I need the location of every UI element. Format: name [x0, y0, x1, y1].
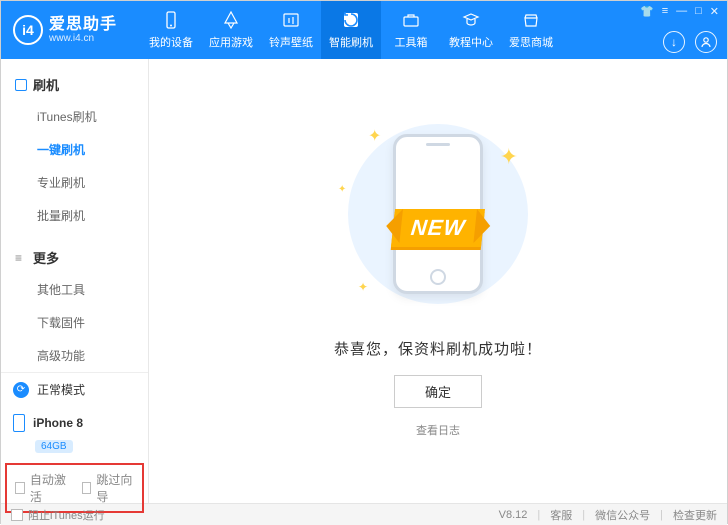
checkbox-skip-guide[interactable]: 跳过向导: [82, 471, 135, 505]
ok-button[interactable]: 确定: [394, 375, 482, 408]
checkbox-label: 自动激活: [30, 471, 68, 505]
checkbox-block-itunes[interactable]: 阻止iTunes运行: [11, 507, 105, 523]
top-nav: 我的设备 应用游戏 铃声壁纸 智能刷机 工具箱 教程中心 爱思商城: [141, 1, 561, 59]
nav-label: 铃声壁纸: [269, 34, 313, 50]
nav-ringtone[interactable]: 铃声壁纸: [261, 1, 321, 59]
logo: i4 爱思助手 www.i4.cn: [1, 15, 141, 45]
menu-icon[interactable]: ≡: [662, 5, 668, 18]
flash-icon: [341, 10, 361, 30]
maximize-icon[interactable]: □: [695, 5, 702, 18]
nav-toolbox[interactable]: 工具箱: [381, 1, 441, 59]
device-row[interactable]: iPhone 8: [1, 406, 148, 440]
close-icon[interactable]: ✕: [710, 5, 719, 18]
section-title: 刷机: [33, 75, 59, 94]
window-controls: 👕 ≡ — □ ✕: [640, 5, 719, 18]
sidebar-item-other-tools[interactable]: 其他工具: [1, 273, 148, 306]
tutorial-icon: [461, 10, 481, 30]
mode-label: 正常模式: [37, 381, 85, 398]
nav-label: 工具箱: [395, 34, 428, 50]
main-content: ✦ ✦ ✦ ✦ NEW 恭喜您，保资料刷机成功啦！ 确定 查看日志: [149, 59, 727, 503]
flash-box-icon: [15, 79, 27, 91]
support-link[interactable]: 客服: [550, 507, 572, 523]
success-message: 恭喜您，保资料刷机成功啦！: [334, 338, 542, 359]
header: i4 爱思助手 www.i4.cn 我的设备 应用游戏 铃声壁纸 智能刷机 工具…: [1, 1, 727, 59]
checkbox-auto-activate[interactable]: 自动激活: [15, 471, 68, 505]
nav-store[interactable]: 爱思商城: [501, 1, 561, 59]
nav-flash[interactable]: 智能刷机: [321, 1, 381, 59]
user-button[interactable]: [695, 31, 717, 53]
sidebar-item-advanced[interactable]: 高级功能: [1, 339, 148, 372]
version-label: V8.12: [499, 509, 528, 521]
sidebar-item-pro-flash[interactable]: 专业刷机: [1, 166, 148, 199]
more-icon: ≡: [15, 251, 27, 265]
nav-label: 爱思商城: [509, 34, 553, 50]
nav-label: 应用游戏: [209, 34, 253, 50]
sidebar-item-batch-flash[interactable]: 批量刷机: [1, 199, 148, 232]
success-illustration: ✦ ✦ ✦ ✦ NEW: [318, 114, 558, 314]
mode-row[interactable]: ⟳ 正常模式: [1, 373, 148, 406]
minimize-icon[interactable]: —: [676, 5, 687, 18]
app-url: www.i4.cn: [49, 33, 117, 44]
nav-my-device[interactable]: 我的设备: [141, 1, 201, 59]
download-button[interactable]: ↓: [663, 31, 685, 53]
wechat-link[interactable]: 微信公众号: [595, 507, 650, 523]
sidebar-item-one-click-flash[interactable]: 一键刷机: [1, 133, 148, 166]
apps-icon: [221, 10, 241, 30]
checkbox-icon: [11, 509, 23, 521]
nav-label: 我的设备: [149, 34, 193, 50]
storage-badge: 64GB: [35, 440, 73, 453]
phone-icon: [13, 414, 25, 432]
section-more[interactable]: ≡ 更多: [1, 242, 148, 273]
store-icon: [521, 10, 541, 30]
logo-icon: i4: [13, 15, 43, 45]
app-name: 爱思助手: [49, 16, 117, 34]
checkbox-label: 跳过向导: [96, 471, 134, 505]
checkbox-label: 阻止iTunes运行: [28, 507, 105, 523]
section-flash[interactable]: 刷机: [1, 69, 148, 100]
nav-label: 智能刷机: [329, 34, 373, 50]
skin-icon[interactable]: 👕: [640, 5, 654, 18]
section-title: 更多: [33, 248, 59, 267]
device-icon: [161, 10, 181, 30]
new-banner: NEW: [391, 209, 485, 247]
sidebar-item-download-firmware[interactable]: 下载固件: [1, 306, 148, 339]
checkbox-icon: [82, 482, 92, 494]
highlighted-options: 自动激活 跳过向导: [5, 463, 144, 513]
nav-tutorial[interactable]: 教程中心: [441, 1, 501, 59]
ringtone-icon: [281, 10, 301, 30]
sidebar: 刷机 iTunes刷机 一键刷机 专业刷机 批量刷机 ≡ 更多 其他工具 下载固…: [1, 59, 149, 503]
nav-label: 教程中心: [449, 34, 493, 50]
sidebar-item-itunes-flash[interactable]: iTunes刷机: [1, 100, 148, 133]
toolbox-icon: [401, 10, 421, 30]
mode-icon: ⟳: [13, 382, 29, 398]
device-name: iPhone 8: [33, 416, 83, 430]
nav-apps[interactable]: 应用游戏: [201, 1, 261, 59]
view-log-link[interactable]: 查看日志: [416, 422, 460, 438]
checkbox-icon: [15, 482, 25, 494]
update-link[interactable]: 检查更新: [673, 507, 717, 523]
